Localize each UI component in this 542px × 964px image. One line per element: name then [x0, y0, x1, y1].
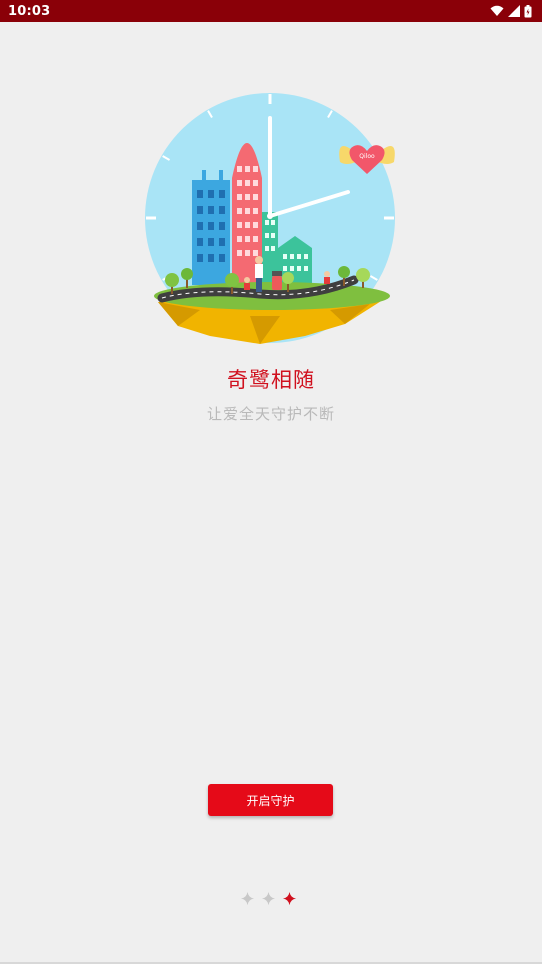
battery-icon [524, 4, 532, 17]
page-dot-3-active[interactable] [282, 891, 297, 906]
city-clock-illustration: Qiloo [145, 93, 395, 344]
status-icons [490, 0, 532, 22]
page-dot-1[interactable] [240, 891, 255, 906]
floating-island [154, 275, 390, 344]
signal-icon [508, 5, 520, 17]
blue-building [192, 170, 230, 285]
start-guard-button[interactable]: 开启守护 [208, 784, 333, 816]
wifi-icon [490, 5, 504, 16]
page-dot-2[interactable] [261, 891, 276, 906]
app-subtitle: 让爱全天守护不断 [206, 405, 335, 423]
status-time: 10:03 [8, 3, 51, 19]
page-indicator [240, 888, 302, 908]
app-title: 奇鹭相随 [227, 368, 315, 392]
status-bar: 10:03 [0, 0, 542, 22]
svg-text:Qiloo: Qiloo [359, 153, 375, 160]
